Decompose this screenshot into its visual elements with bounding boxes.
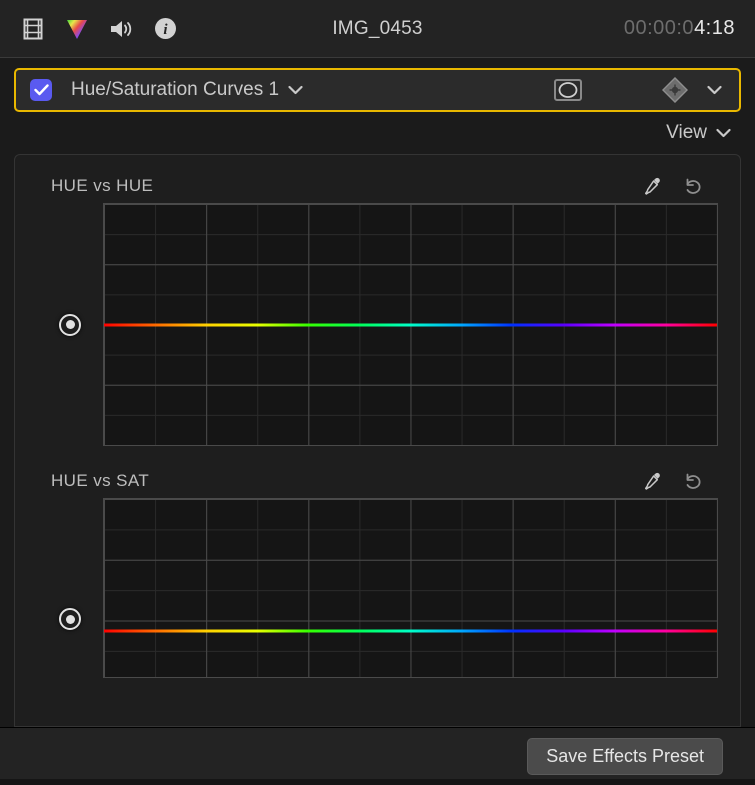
effect-enabled-checkbox[interactable]: [30, 79, 52, 101]
curve-target-dot-hue-vs-sat[interactable]: [59, 608, 81, 630]
eyedropper-icon[interactable]: [642, 175, 664, 197]
effect-header-controls: [551, 76, 729, 104]
curve-body: [37, 498, 718, 678]
hue-curve-line: [104, 629, 717, 632]
hue-curve-line: [104, 323, 717, 326]
inspector-tab-icons: i: [20, 16, 178, 42]
curve-title-hue-vs-sat: HUE vs SAT: [51, 471, 149, 491]
curves-scroll-area[interactable]: HUE vs HUE: [15, 155, 740, 726]
curve-header-actions: [642, 470, 714, 492]
curve-title-text: HUE vs HUE: [51, 176, 153, 195]
reset-arrow-icon[interactable]: [682, 470, 704, 492]
grid-major-lines: [104, 204, 717, 445]
chevron-down-icon[interactable]: [288, 85, 303, 95]
grid-minor-lines: [104, 204, 717, 445]
timecode-bright-part: 4:18: [694, 17, 735, 39]
info-icon[interactable]: i: [152, 16, 178, 42]
speaker-icon[interactable]: [108, 16, 134, 42]
inspector-window: i IMG_0453 00:00:04:18 Hue/Saturation Cu…: [0, 0, 755, 785]
inspector-footer: Save Effects Preset: [0, 727, 755, 785]
curve-block-hue-vs-sat: HUE vs SAT: [37, 464, 718, 678]
timecode-dim-part: 00:00:0: [624, 17, 694, 39]
window-bottom-edge: [0, 779, 755, 785]
curve-title-text: HUE vs SAT: [51, 471, 149, 490]
mask-shape-icon[interactable]: [551, 76, 585, 104]
grid-major-lines: [104, 499, 717, 677]
curve-title-hue-vs-hue: HUE vs HUE: [51, 176, 153, 196]
curve-header-actions: [642, 175, 714, 197]
timecode-display: 00:00:04:18: [624, 17, 735, 40]
eyedropper-icon[interactable]: [642, 470, 664, 492]
curve-header: HUE vs HUE: [37, 169, 718, 203]
curve-header: HUE vs SAT: [37, 464, 718, 498]
effect-header-row[interactable]: Hue/Saturation Curves 1: [14, 68, 741, 112]
effect-header-container: Hue/Saturation Curves 1: [0, 58, 755, 112]
curve-graph-hue-vs-sat[interactable]: [103, 498, 718, 678]
view-menu-row: View: [0, 112, 755, 154]
save-effects-preset-button[interactable]: Save Effects Preset: [527, 738, 723, 775]
view-menu-label: View: [666, 122, 707, 144]
curve-gutter: [37, 498, 103, 678]
reset-arrow-icon[interactable]: [682, 175, 704, 197]
curve-target-dot-hue-vs-hue[interactable]: [59, 314, 81, 336]
inspector-toolbar: i IMG_0453 00:00:04:18: [0, 0, 755, 58]
curve-gutter: [37, 203, 103, 446]
effect-name-label: Hue/Saturation Curves 1: [71, 79, 279, 101]
film-strip-icon[interactable]: [20, 16, 46, 42]
curve-body: [37, 203, 718, 446]
keyframe-chevron-down-icon[interactable]: [699, 76, 729, 104]
curves-panel: HUE vs HUE: [14, 154, 741, 727]
view-menu-button[interactable]: View: [666, 122, 731, 144]
keyframe-diamond-icon[interactable]: [655, 76, 695, 104]
curve-block-hue-vs-hue: HUE vs HUE: [37, 169, 718, 446]
curve-graph-hue-vs-hue[interactable]: [103, 203, 718, 446]
grid-minor-lines: [104, 499, 717, 677]
color-board-icon[interactable]: [64, 16, 90, 42]
chevron-down-icon: [716, 122, 731, 144]
